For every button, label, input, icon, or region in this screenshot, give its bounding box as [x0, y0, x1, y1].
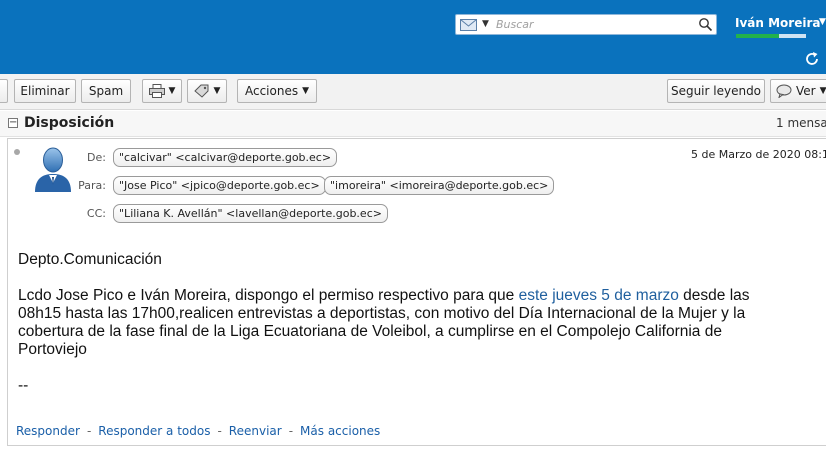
actions-button[interactable]: Acciones ▼ [237, 79, 317, 103]
search-box: ▼ [455, 14, 717, 35]
more-actions-link[interactable]: Más acciones [300, 424, 380, 438]
message-body-line: Depto.Comunicación [18, 251, 162, 268]
delete-button[interactable]: Eliminar [14, 79, 76, 103]
printer-icon [148, 84, 165, 98]
toolbar: Eliminar Spam ▼ ▼ Acciones ▼ Seguir leye… [0, 74, 826, 110]
reply-link[interactable]: Responder [16, 424, 80, 438]
cc-label: CC: [86, 207, 106, 220]
continue-reading-button[interactable]: Seguir leyendo [667, 79, 765, 103]
separator: - [288, 424, 294, 438]
conversation-subject: Disposición [24, 115, 115, 131]
top-header-bar: ▼ Iván Moreira ▼ [0, 0, 826, 74]
mail-icon[interactable] [460, 19, 477, 31]
message-actions: Responder - Responder a todos - Reenviar - Más… [16, 424, 380, 438]
toolbar-button-partial[interactable] [0, 79, 8, 103]
quota-fill [736, 34, 780, 38]
user-name: Iván Moreira [735, 16, 821, 30]
delete-button-label: Eliminar [20, 84, 70, 98]
refresh-icon[interactable] [803, 50, 821, 68]
search-input[interactable] [496, 16, 691, 33]
spam-button[interactable]: Spam [81, 79, 131, 103]
spam-button-label: Spam [88, 84, 124, 98]
view-button-label: Ver [796, 84, 816, 98]
forward-link[interactable]: Reenviar [229, 424, 282, 438]
message-signature: -- [18, 377, 29, 394]
tag-button[interactable]: ▼ [187, 79, 227, 103]
search-scope-dropdown-icon[interactable]: ▼ [482, 19, 489, 29]
cc-address-chip[interactable]: "Liliana K. Avellán" <lavellan@deporte.g… [113, 204, 388, 223]
tag-icon [193, 84, 209, 98]
date-link[interactable]: este jueves 5 de marzo [519, 287, 679, 304]
print-button[interactable]: ▼ [142, 79, 182, 103]
chevron-down-icon: ▼ [819, 17, 826, 27]
read-status-dot[interactable] [14, 149, 20, 155]
message-pane: De: "calcivar" <calcivar@deporte.gob.ec>… [7, 138, 826, 446]
chevron-down-icon: ▼ [819, 86, 826, 96]
search-icon[interactable] [698, 17, 713, 32]
message-count: 1 mensaje [776, 116, 826, 130]
collapse-icon[interactable]: − [8, 118, 18, 128]
to-address-chip[interactable]: "imoreira" <imoreira@deporte.gob.ec> [324, 176, 555, 195]
message-date: 5 de Marzo de 2020 08:19 [691, 148, 826, 161]
separator: - [86, 424, 92, 438]
to-label: Para: [78, 179, 106, 192]
view-button[interactable]: Ver ▼ [770, 79, 826, 103]
chevron-down-icon: ▼ [213, 86, 221, 96]
actions-button-label: Acciones [244, 84, 299, 98]
quota-bar [736, 34, 806, 38]
body-text: Lcdo Jose Pico e Iván Moreira, dispongo … [18, 287, 519, 304]
conversation-header: − Disposición 1 mensaje [0, 111, 826, 137]
to-address-chip[interactable]: "Jose Pico" <jpico@deporte.gob.ec> [113, 176, 326, 195]
message-body-paragraph: Lcdo Jose Pico e Iván Moreira, dispongo … [18, 287, 788, 359]
from-label: De: [87, 151, 106, 164]
speech-bubble-icon [776, 84, 792, 98]
from-address-chip[interactable]: "calcivar" <calcivar@deporte.gob.ec> [113, 148, 338, 167]
continue-reading-label: Seguir leyendo [670, 84, 762, 98]
user-menu[interactable]: Iván Moreira ▼ [735, 16, 826, 30]
chevron-down-icon: ▼ [302, 86, 310, 96]
chevron-down-icon: ▼ [168, 86, 176, 96]
reply-all-link[interactable]: Responder a todos [98, 424, 210, 438]
separator: - [217, 424, 222, 438]
